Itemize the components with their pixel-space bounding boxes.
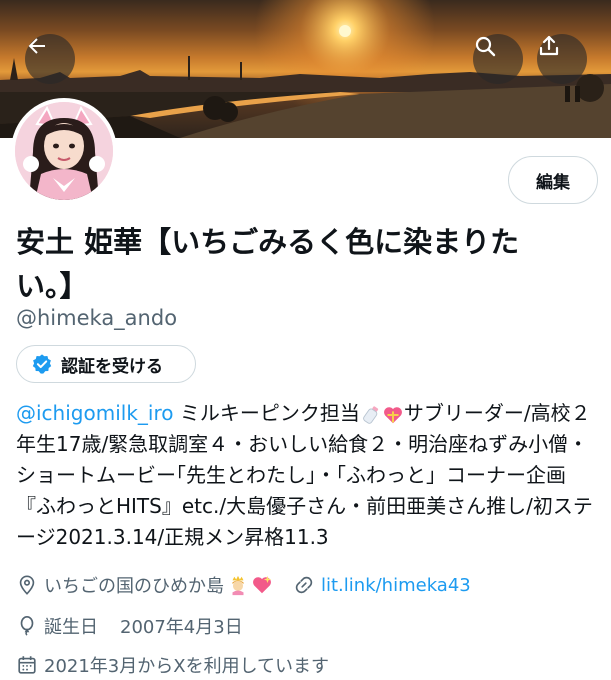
- bio-text-part1: ミルキーピンク担当: [173, 401, 360, 425]
- search-icon: [475, 36, 496, 57]
- sparkling-heart-emoji: [253, 575, 272, 594]
- calendar-icon: [16, 654, 38, 676]
- avatar-image: [15, 102, 113, 200]
- birthday-label: 誕生日: [44, 617, 98, 638]
- share-button[interactable]: [537, 34, 587, 84]
- balloon-icon: [16, 615, 38, 637]
- search-button[interactable]: [473, 34, 523, 84]
- profile-meta-location-website: いちごの国のひめか島 lit.link/himeka43: [16, 572, 471, 598]
- display-name: 安土 姫華【いちごみるく色に染まりたい。】: [16, 225, 520, 303]
- link-icon: [293, 574, 315, 596]
- verified-badge-icon: [32, 354, 52, 374]
- bio-mention-link[interactable]: @ichigomilk_iro: [16, 401, 173, 425]
- joined-date: 2021年3月からXを利用しています: [44, 656, 330, 677]
- profile-bio: @ichigomilk_iro ミルキーピンク担当 サブリーダー/高校２年生17…: [16, 398, 601, 553]
- profile-meta-birthday: 誕生日 2007年4月3日: [16, 613, 243, 639]
- profile-meta-joined: 2021年3月からXを利用しています: [16, 652, 329, 678]
- avatar-photo: [15, 102, 113, 200]
- edit-profile-button[interactable]: 編集: [508, 156, 598, 204]
- birthday-value: 2007年4月3日: [120, 617, 243, 638]
- get-verified-button[interactable]: 認証を受ける: [16, 345, 196, 383]
- baby-bottle-emoji: [362, 405, 378, 424]
- profile-page: 編集 安土 姫華【いちごみるく色に染まりたい。】 @himeka_ando 認証…: [0, 0, 611, 680]
- profile-website-link[interactable]: lit.link/himeka43: [321, 575, 471, 596]
- heart-with-ribbon-emoji: [383, 406, 402, 423]
- arrow-left-icon: [28, 38, 45, 54]
- profile-location: いちごの国のひめか島: [44, 576, 224, 597]
- back-button[interactable]: [25, 34, 75, 84]
- location-pin-icon: [16, 574, 38, 596]
- share-icon: [539, 35, 559, 56]
- profile-avatar[interactable]: [11, 98, 117, 204]
- princess-emoji: [232, 575, 244, 596]
- user-handle: @himeka_ando: [16, 306, 178, 330]
- get-verified-label: 認証を受ける: [61, 356, 163, 377]
